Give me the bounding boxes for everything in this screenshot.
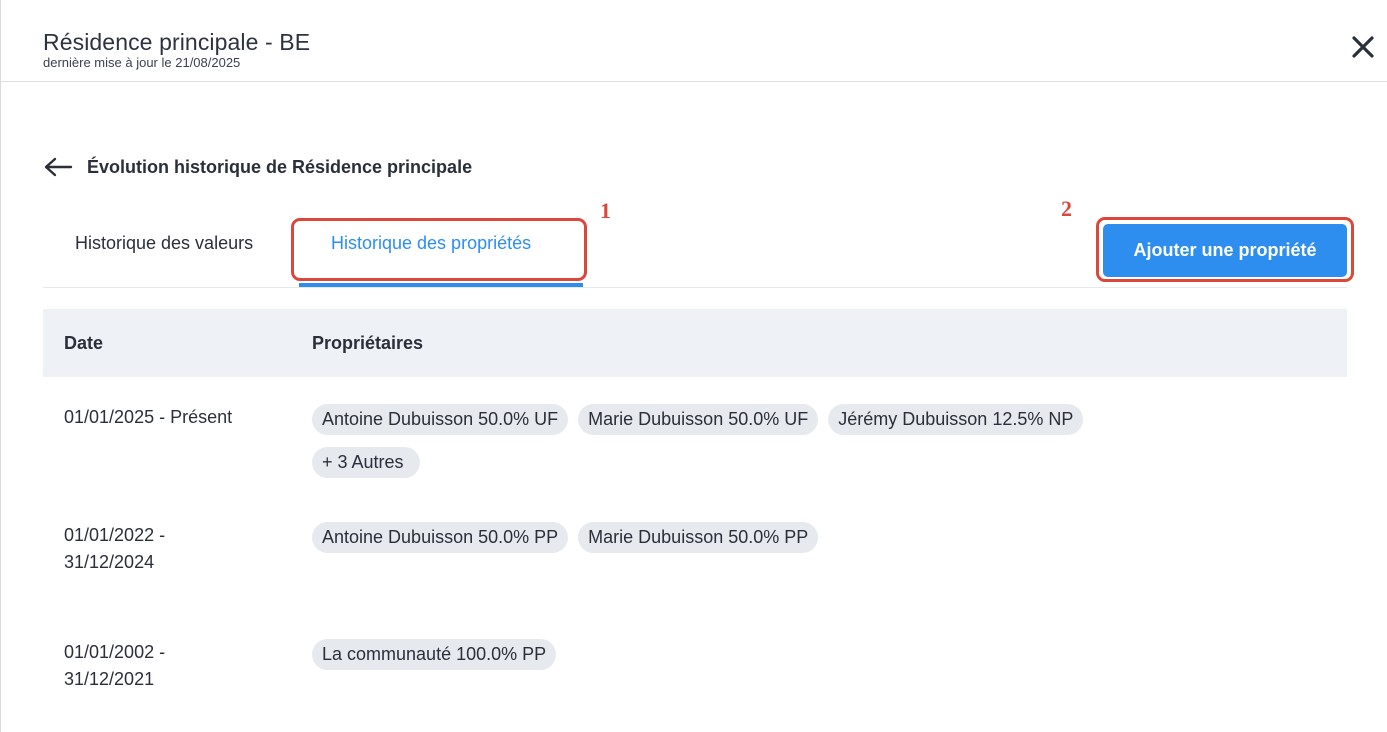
tab-historique-valeurs[interactable]: Historique des valeurs [75, 233, 253, 254]
owner-chip: Jérémy Dubuisson 12.5% NP [828, 404, 1084, 435]
panel-left-border [0, 0, 1, 732]
panel-title: Résidence principale - BE [43, 29, 311, 55]
owner-chips: Antoine Dubuisson 50.0% PP Marie Dubuiss… [312, 522, 1172, 553]
last-updated-text: dernière mise à jour le 21/08/2025 [43, 55, 241, 70]
close-icon [1352, 36, 1374, 58]
row-date: 01/01/2025 - Présent [64, 407, 233, 427]
panel-header: Résidence principale - BE dernière mise … [0, 0, 1387, 82]
owner-chips: Antoine Dubuisson 50.0% UF Marie Dubuiss… [312, 404, 1172, 478]
owner-chip: La communauté 100.0% PP [312, 639, 557, 670]
owner-chips: La communauté 100.0% PP [312, 639, 1172, 670]
annotation-box-1 [291, 218, 587, 281]
close-button[interactable] [1344, 28, 1382, 66]
page-title-row: Évolution historique de Résidence princi… [43, 152, 472, 182]
owner-chip: Antoine Dubuisson 50.0% UF [312, 404, 569, 435]
back-button[interactable] [43, 152, 75, 182]
table-header: Date Propriétaires [43, 309, 1347, 377]
arrow-left-icon [44, 157, 73, 177]
annotation-number-2: 2 [1061, 196, 1072, 221]
annotation-number-1: 1 [600, 198, 611, 223]
column-header-owners: Propriétaires [312, 333, 424, 353]
row-date: 01/01/2022 - 31/12/2024 [64, 525, 166, 572]
active-tab-indicator [299, 283, 583, 287]
owner-chip: Antoine Dubuisson 50.0% PP [312, 522, 569, 553]
page-title: Évolution historique de Résidence princi… [87, 156, 473, 177]
owner-chip: Marie Dubuisson 50.0% PP [578, 522, 819, 553]
row-date: 01/01/2002 - 31/12/2021 [64, 642, 166, 689]
column-header-date: Date [64, 333, 104, 353]
more-owners-chip[interactable]: + 3 Autres [312, 447, 420, 478]
owner-chip: Marie Dubuisson 50.0% UF [578, 404, 819, 435]
annotation-box-2 [1096, 217, 1354, 282]
